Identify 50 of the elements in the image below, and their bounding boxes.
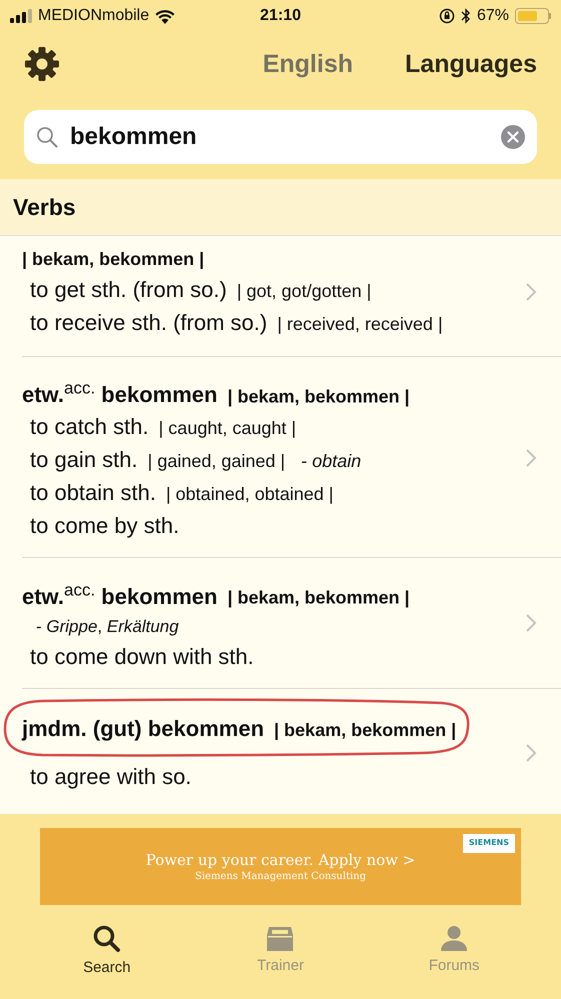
box-icon: [266, 924, 294, 951]
languages-button[interactable]: Languages: [405, 50, 537, 78]
rotation-lock-icon: [438, 8, 455, 24]
current-language: English: [262, 50, 354, 78]
search-icon: [92, 924, 121, 953]
search-field[interactable]: bekommen: [24, 110, 537, 164]
translation: to receive sth. (from so.): [30, 310, 268, 335]
search-input-field[interactable]: bekommen: [70, 123, 489, 151]
ad-title: Power up your career. Apply now >: [146, 850, 416, 869]
settings-icon[interactable]: [24, 46, 60, 82]
ad-subtitle: Siemens Management Consulting: [194, 870, 366, 882]
translation: to come by sth.: [30, 513, 180, 538]
context-note: - Grippe, Erkältung: [35, 616, 180, 638]
translation: to catch sth.: [30, 414, 149, 440]
tab[interactable]: Search: [62, 924, 152, 976]
signal-icon: [10, 9, 32, 23]
headword: etw.$^{acc.}$ bekommen: [22, 382, 218, 408]
verb-forms: | caught, caught |: [158, 418, 296, 438]
person-icon: [440, 924, 468, 951]
battery-percentage: 67%: [476, 7, 509, 25]
verb-forms: | obtained, obtained |: [166, 484, 334, 504]
translation: to get sth. (from so.): [30, 277, 227, 302]
synonym-note: - obtain: [301, 451, 362, 472]
clock-time: 21:10: [260, 7, 301, 25]
chevron-icon: [525, 742, 537, 763]
chevron-icon: [525, 613, 537, 634]
verb-forms: | bekam, bekommen |: [274, 720, 456, 740]
verb-forms: | gained, gained |: [148, 451, 286, 472]
translation: to gain sth.: [30, 447, 138, 472]
ad-logo: SIEMENS: [462, 834, 515, 853]
translation: to agree with so.: [30, 764, 192, 789]
ad-banner[interactable]: Power up your career. Apply now > Siemens Management Consulting SIEMENS: [40, 828, 521, 905]
bluetooth-icon: [460, 8, 471, 24]
verb-forms: | bekam, bekommen |: [22, 249, 204, 269]
headword: jmdm. (gut) bekommen: [22, 716, 264, 741]
chevron-icon: [525, 282, 537, 302]
carrier-name: MEDIONmobile: [38, 7, 150, 25]
translation: to come down with sth.: [30, 644, 254, 669]
headword: etw.$^{acc.}$ bekommen: [22, 584, 218, 609]
translation: to obtain sth.: [30, 480, 156, 506]
battery-icon: [515, 8, 551, 24]
clear-icon[interactable]: [501, 125, 525, 149]
verb-forms: | got, got/gotten |: [236, 281, 372, 301]
section-title: Verbs: [13, 194, 76, 220]
wifi-icon: [155, 8, 176, 24]
verb-forms: | bekam, bekommen |: [227, 588, 410, 608]
verb-forms: | received, received |: [277, 314, 443, 334]
chevron-icon: [525, 448, 537, 468]
verb-forms: | bekam, bekommen |: [227, 386, 410, 406]
search-icon: [36, 126, 58, 148]
